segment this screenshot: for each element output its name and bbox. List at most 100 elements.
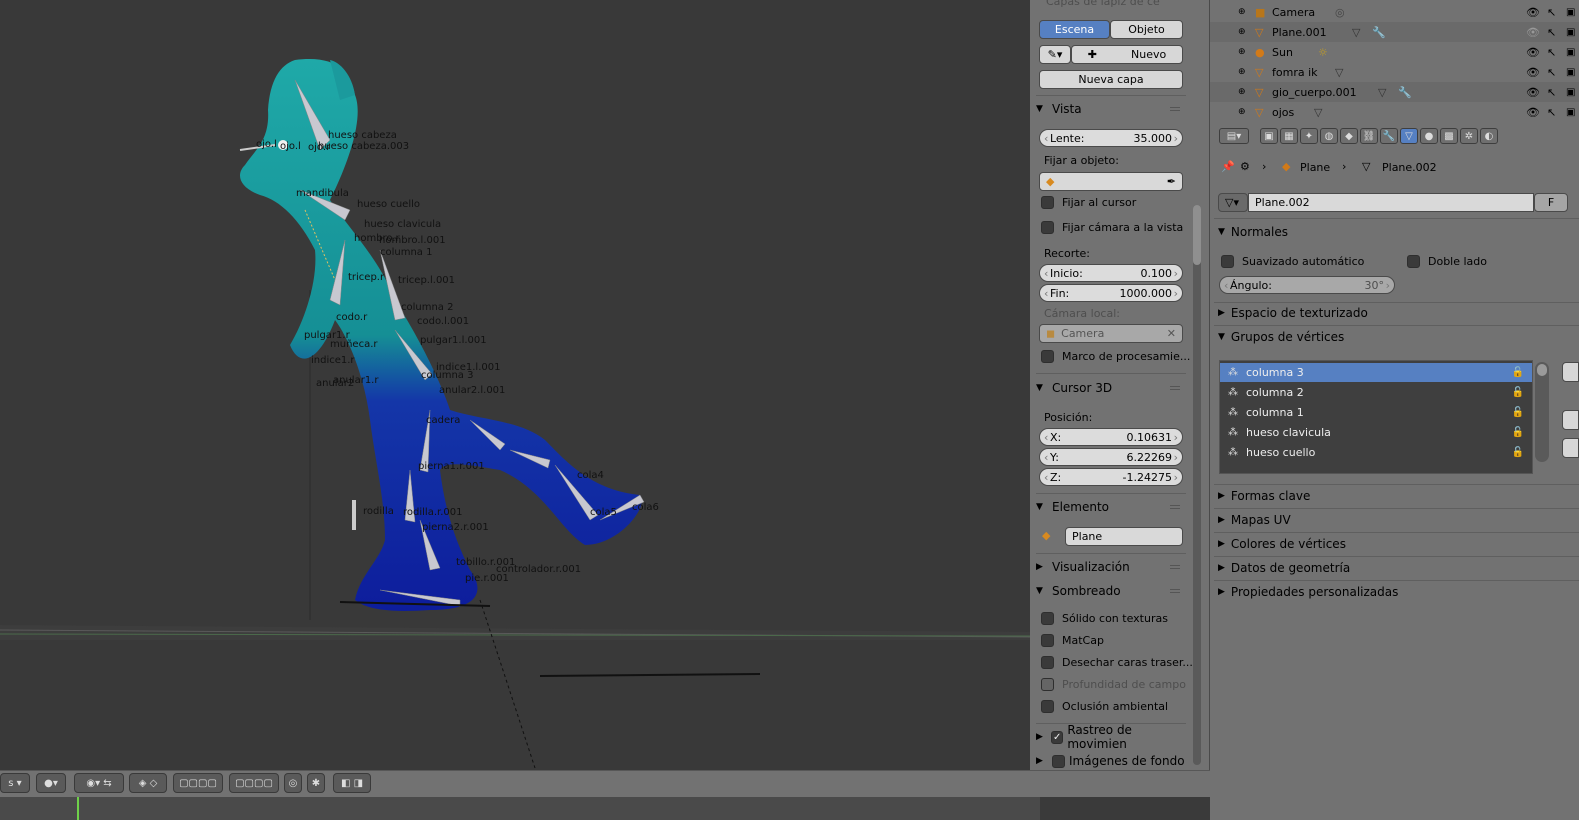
cursor-icon[interactable]: ↖ (1547, 26, 1556, 39)
n-panel-scroll-thumb[interactable] (1193, 205, 1201, 265)
mesh-browse-button[interactable]: ▽▾ (1218, 193, 1248, 212)
move-vertex-group-button[interactable] (1562, 438, 1579, 458)
vertex-group-scroll-thumb[interactable] (1537, 364, 1547, 376)
modifiers-tab-icon[interactable]: 🔧 (1380, 128, 1398, 144)
render-border-checkbox[interactable] (1041, 350, 1054, 363)
add-vertex-group-button[interactable] (1562, 362, 1579, 382)
pivot-manipulator-buttons[interactable]: ◉▾ ⇆ (74, 773, 124, 793)
texture-space-header[interactable]: ▶ Espacio de texturizado (1218, 306, 1368, 320)
local-camera-field[interactable]: ◼ Camera ✕ (1039, 324, 1183, 343)
outliner-row[interactable]: ⊕ ▽ fomra ik ▽ 👁 ↖ ▣ (1210, 62, 1579, 82)
expand-icon[interactable]: ⊕ (1238, 47, 1246, 57)
item-name-field[interactable]: Plane (1065, 527, 1183, 546)
render-icon[interactable]: ▣ (1566, 7, 1575, 18)
vertex-group-item[interactable]: ⁂ columna 2 🔓 (1220, 383, 1532, 402)
render-icon[interactable]: ▣ (1566, 107, 1575, 118)
lock-icon[interactable]: 🔓 (1512, 447, 1524, 458)
shape-keys-header[interactable]: ▶ Formas clave (1218, 489, 1310, 503)
eye-icon[interactable]: 👁 (1526, 46, 1540, 59)
render-icon[interactable]: ▣ (1566, 67, 1575, 78)
eye-icon[interactable]: 👁 (1526, 86, 1540, 99)
render-icon[interactable]: ▣ (1566, 47, 1575, 58)
fake-user-button[interactable]: F (1534, 193, 1568, 212)
data-tab-icon[interactable]: ▽ (1400, 128, 1418, 144)
render-icon[interactable]: ▣ (1566, 87, 1575, 98)
geometry-data-header[interactable]: ▶ Datos de geometría (1218, 561, 1350, 575)
item-panel-header[interactable]: ▼ Elemento (1036, 496, 1186, 518)
cursor-panel-header[interactable]: ▼ Cursor 3D (1036, 377, 1186, 399)
expand-icon[interactable]: ⊕ (1238, 27, 1246, 37)
render-tab-icon[interactable]: ▣ (1260, 128, 1278, 144)
pencil-icon[interactable]: ✎▾ (1039, 45, 1071, 64)
lock-icon[interactable]: 🔓 (1512, 407, 1524, 418)
backface-checkbox[interactable] (1041, 656, 1054, 669)
snap-icon[interactable]: ✱ (307, 773, 325, 793)
shading-selector[interactable]: ●▾ (36, 773, 66, 793)
lock-camera-checkbox[interactable] (1041, 221, 1054, 234)
angle-field[interactable]: Ángulo: 30° (1219, 276, 1395, 294)
proportional-edit-icon[interactable]: ◎ (284, 773, 302, 793)
physics-tab-icon[interactable]: ◐ (1480, 128, 1498, 144)
vertex-colors-header[interactable]: ▶ Colores de vértices (1218, 537, 1346, 551)
datablock-name-field[interactable]: Plane.002 (1248, 193, 1534, 212)
ao-checkbox[interactable] (1041, 700, 1054, 713)
outliner-item-name[interactable]: ojos (1272, 106, 1294, 119)
lock-object-field[interactable]: ◆ ✒ (1039, 172, 1183, 191)
vertex-groups-header[interactable]: ▼ Grupos de vértices (1218, 330, 1344, 344)
editor-type-icon[interactable]: ▤▾ (1219, 128, 1249, 144)
outliner-row[interactable]: ⊕ ■ Camera ◎ 👁 ↖ ▣ (1210, 2, 1579, 22)
cursor-icon[interactable]: ↖ (1547, 106, 1556, 119)
cursor-icon[interactable]: ↖ (1547, 86, 1556, 99)
textured-solid-checkbox[interactable] (1041, 612, 1054, 625)
cursor-x-field[interactable]: X: 0.10631 (1039, 428, 1183, 446)
new-layer-button[interactable]: Nueva capa (1039, 70, 1183, 89)
particles-tab-icon[interactable]: ✲ (1460, 128, 1478, 144)
pin-icon[interactable]: 📌 (1221, 160, 1235, 173)
tab-scene[interactable]: Escena (1039, 20, 1110, 39)
double-sided-checkbox[interactable] (1407, 255, 1420, 268)
cursor-y-field[interactable]: Y: 6.22269 (1039, 448, 1183, 466)
timeline[interactable] (0, 797, 1210, 820)
cursor-icon[interactable]: ↖ (1547, 66, 1556, 79)
n-panel-scrollbar[interactable] (1193, 205, 1201, 765)
layer-buttons-1[interactable]: ▢▢▢▢ (173, 773, 223, 793)
tab-object[interactable]: Objeto (1110, 20, 1183, 39)
shading-panel-header[interactable]: ▼ Sombreado (1036, 580, 1186, 602)
custom-props-header[interactable]: ▶ Propiedades personalizadas (1218, 585, 1398, 599)
vertex-group-item[interactable]: ⁂ hueso clavicula 🔓 (1220, 423, 1532, 442)
outliner-item-name[interactable]: fomra ik (1272, 66, 1318, 79)
new-button[interactable]: ✚ Nuevo (1071, 45, 1183, 64)
current-frame-marker[interactable] (77, 797, 79, 820)
close-icon[interactable]: ✕ (1167, 327, 1176, 340)
normals-panel-header[interactable]: ▼ Normales (1218, 225, 1288, 239)
lock-icon[interactable]: 🔓 (1512, 387, 1524, 398)
render-icon[interactable]: ▣ (1566, 27, 1575, 38)
expand-icon[interactable]: ⊕ (1238, 67, 1246, 77)
texture-tab-icon[interactable]: ▩ (1440, 128, 1458, 144)
outliner-item-name[interactable]: gio_cuerpo.001 (1272, 86, 1357, 99)
eye-icon[interactable]: 👁 (1526, 66, 1540, 79)
lock-icon[interactable]: 🔓 (1512, 427, 1524, 438)
outliner-row[interactable]: ⊕ ● Sun ☼ 👁 ↖ ▣ (1210, 42, 1579, 62)
background-images-header[interactable]: ▶ Imágenes de fondo (1036, 750, 1186, 772)
expand-icon[interactable]: ⊕ (1238, 87, 1246, 97)
vertex-group-scrollbar[interactable] (1535, 362, 1549, 462)
eyedropper-icon[interactable]: ✒ (1167, 175, 1176, 188)
display-panel-header[interactable]: ▶ Visualización (1036, 556, 1186, 578)
outliner-item-name[interactable]: Camera (1272, 6, 1315, 19)
world-tab-icon[interactable]: ◍ (1320, 128, 1338, 144)
vertex-group-item[interactable]: ⁂ columna 1 🔓 (1220, 403, 1532, 422)
uv-maps-header[interactable]: ▶ Mapas UV (1218, 513, 1291, 527)
scene-tab-icon[interactable]: ✦ (1300, 128, 1318, 144)
vertex-group-item[interactable]: ⁂ hueso cuello 🔓 (1220, 443, 1532, 462)
motion-tracking-header[interactable]: ▶ ✓ Rastreo de movimien (1036, 723, 1186, 751)
3d-viewport[interactable]: hueso cabeza hueso cabeza.003 ojo.l ojo.… (0, 0, 1030, 770)
eye-icon[interactable]: 👁 (1526, 26, 1540, 39)
object-tab-icon[interactable]: ◆ (1340, 128, 1358, 144)
eye-icon[interactable]: 👁 (1526, 106, 1540, 119)
expand-icon[interactable]: ⊕ (1238, 7, 1246, 17)
expand-icon[interactable]: ⊕ (1238, 107, 1246, 117)
eye-icon[interactable]: 👁 (1526, 6, 1540, 19)
matcap-checkbox[interactable] (1041, 634, 1054, 647)
background-images-checkbox[interactable] (1052, 754, 1065, 768)
